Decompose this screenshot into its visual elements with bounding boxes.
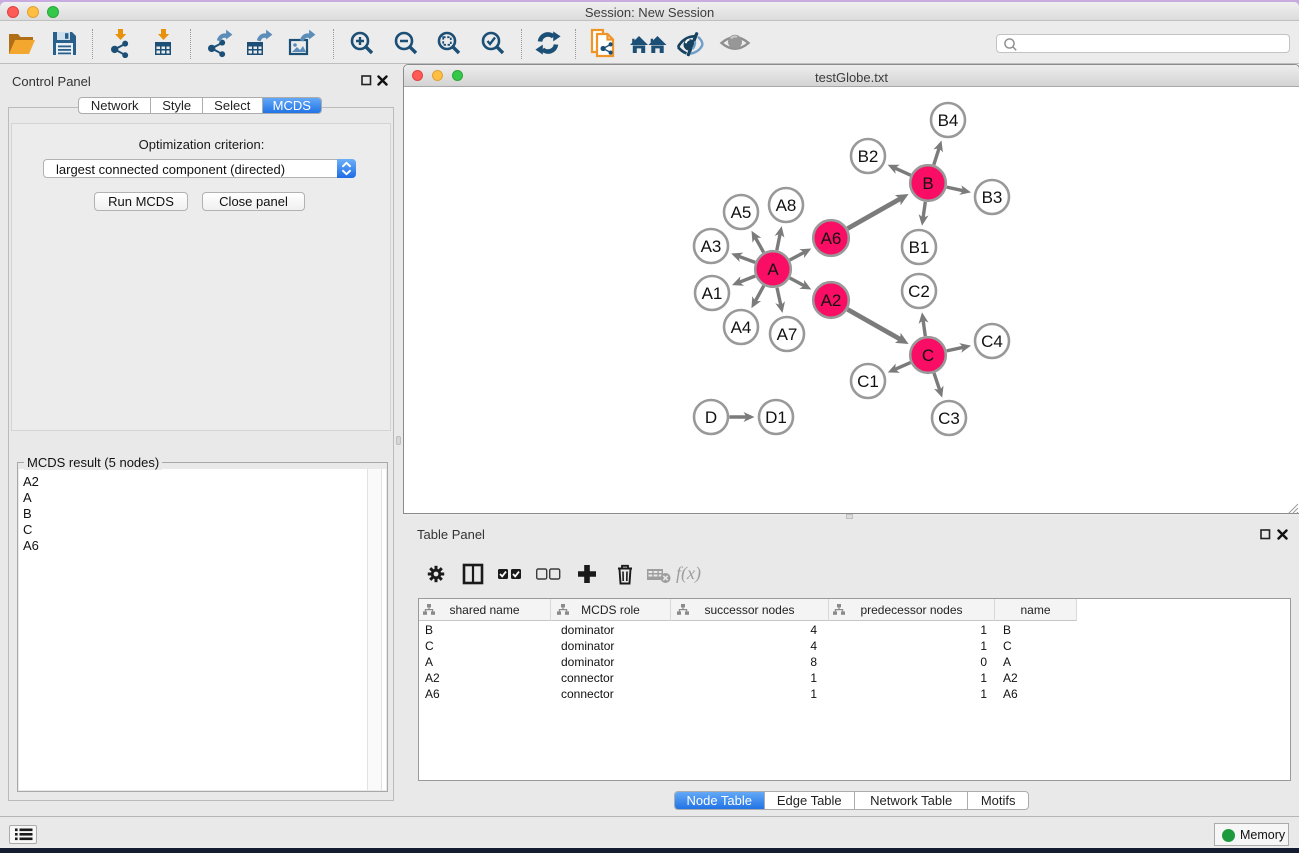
svg-text:A8: A8 (775, 196, 796, 215)
svg-text:A1: A1 (701, 284, 722, 303)
svg-text:B: B (922, 174, 933, 193)
svg-text:B2: B2 (857, 147, 878, 166)
svg-text:C4: C4 (981, 332, 1003, 351)
svg-text:A: A (767, 260, 779, 279)
svg-text:A4: A4 (730, 318, 751, 337)
svg-text:B4: B4 (937, 111, 958, 130)
svg-text:C: C (921, 346, 933, 365)
svg-text:B3: B3 (981, 188, 1002, 207)
svg-text:C2: C2 (908, 282, 930, 301)
svg-text:A6: A6 (820, 229, 841, 248)
svg-text:A2: A2 (820, 291, 841, 310)
svg-text:C3: C3 (938, 409, 960, 428)
svg-text:A5: A5 (730, 203, 751, 222)
svg-text:D: D (704, 408, 716, 427)
svg-text:B1: B1 (908, 238, 929, 257)
svg-text:f(x): f(x) (676, 563, 701, 584)
svg-text:A3: A3 (700, 237, 721, 256)
svg-text:D1: D1 (765, 408, 787, 427)
svg-text:C1: C1 (857, 372, 879, 391)
svg-text:A7: A7 (776, 325, 797, 344)
